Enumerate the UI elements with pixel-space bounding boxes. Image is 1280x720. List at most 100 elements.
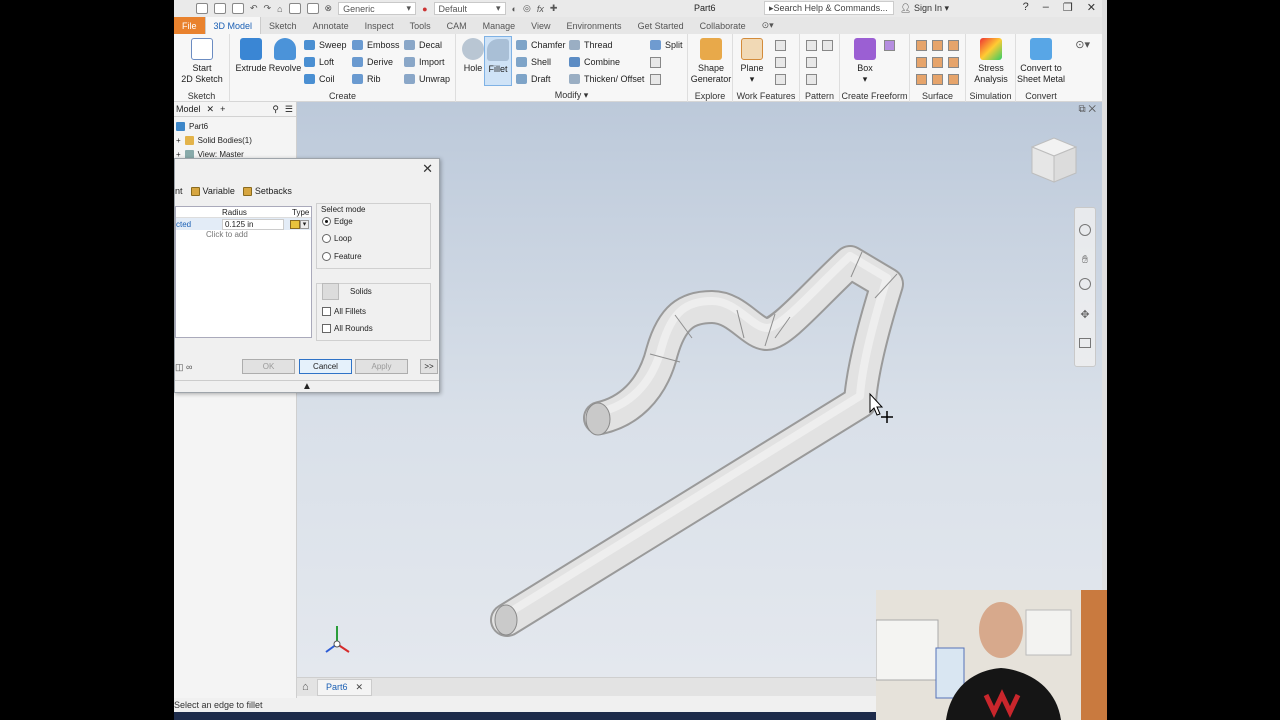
sweep-button[interactable]: Sweep	[304, 40, 347, 50]
loop-radio[interactable]: Loop	[322, 234, 352, 243]
adjust-icon[interactable]: ◐	[512, 4, 517, 14]
modify-group-label[interactable]: Modify ▾	[456, 90, 687, 101]
tab-view[interactable]: View	[523, 17, 558, 34]
emboss-button[interactable]: Emboss	[352, 40, 400, 50]
orbit-icon[interactable]: ✥	[1079, 308, 1091, 321]
feature-radio[interactable]: Feature	[322, 252, 362, 261]
zoom-icon[interactable]	[1079, 278, 1091, 290]
tab-tools[interactable]: Tools	[402, 17, 439, 34]
tab-collaborate[interactable]: Collaborate	[692, 17, 754, 34]
preview-glasses-icon[interactable]: ◫ ∞	[175, 362, 192, 373]
revolve-button[interactable]: Revolve	[268, 38, 302, 74]
thread-button[interactable]: Thread	[569, 40, 613, 50]
tab-constant[interactable]: nt	[175, 186, 183, 196]
edges-cell[interactable]: cted	[176, 220, 222, 229]
tab-cam[interactable]: CAM	[439, 17, 475, 34]
rectangular-pattern-icon[interactable]	[806, 40, 817, 51]
tab-variable[interactable]: Variable	[190, 186, 235, 196]
redo-icon[interactable]: ↷	[264, 3, 272, 14]
appearance-combo[interactable]: Default ▾	[433, 2, 506, 15]
fillet-type-icon[interactable]	[290, 219, 300, 229]
trim-icon[interactable]	[948, 40, 959, 51]
pan-icon[interactable]: ✋︎	[1079, 254, 1091, 266]
home-icon[interactable]: ⌂	[302, 681, 309, 693]
look-at-icon[interactable]	[1079, 338, 1091, 348]
fillet-button[interactable]: Fillet	[484, 36, 512, 86]
fx-icon[interactable]: fx	[537, 4, 544, 14]
ucs-icon[interactable]	[775, 74, 786, 85]
tab-3d-model[interactable]: 3D Model	[204, 17, 262, 34]
steering-wheel-icon[interactable]	[1079, 224, 1091, 236]
tab-manage[interactable]: Manage	[475, 17, 524, 34]
edge-radio[interactable]: Edge	[322, 217, 353, 226]
tab-file[interactable]: File	[174, 17, 205, 34]
add-panel-icon[interactable]: +	[220, 104, 225, 114]
click-to-add-row[interactable]: Click to add	[176, 230, 311, 239]
ok-button[interactable]: OK	[242, 359, 295, 374]
close-icon[interactable]: ✕	[207, 104, 215, 115]
material-combo[interactable]: Generic ▾	[338, 2, 417, 15]
extend-icon[interactable]	[932, 57, 943, 68]
menu-icon[interactable]: ☰	[285, 104, 293, 115]
stitch-icon[interactable]	[916, 40, 927, 51]
shell-button[interactable]: Shell	[516, 57, 551, 67]
mirror-icon[interactable]	[822, 40, 833, 51]
new-icon[interactable]	[196, 3, 208, 14]
ribbon-options-icon[interactable]: ⊙▾	[1075, 38, 1090, 51]
extrude-button[interactable]: Extrude	[234, 38, 268, 74]
all-fillets-checkbox[interactable]: All Fillets	[322, 307, 366, 316]
clear-icon[interactable]: ◎	[523, 3, 531, 14]
viewport-maximize-icon[interactable]: ⧉ ✕	[1078, 104, 1096, 115]
close-icon[interactable]: ✕	[356, 682, 364, 693]
start-2d-sketch-button[interactable]: Start 2D Sketch	[180, 38, 224, 85]
replace-face-icon[interactable]	[948, 57, 959, 68]
repair-bodies-icon[interactable]	[932, 74, 943, 85]
home-icon[interactable]: ⌂	[277, 4, 282, 14]
save-icon[interactable]	[232, 3, 244, 14]
point-icon[interactable]	[775, 57, 786, 68]
circular-pattern-icon[interactable]	[806, 57, 817, 68]
split-button[interactable]: Split	[650, 40, 683, 50]
convert-sheet-metal-button[interactable]: Convert to Sheet Metal	[1016, 38, 1066, 85]
plus-icon[interactable]: ✚	[550, 3, 558, 14]
sketch-pattern-icon[interactable]	[806, 74, 817, 85]
fit-mesh-face-icon[interactable]	[948, 74, 959, 85]
solids-select-icon[interactable]	[322, 283, 339, 300]
box-button[interactable]: Box ▾	[850, 38, 880, 85]
tab-environments[interactable]: Environments	[559, 17, 630, 34]
expand-icon[interactable]: +	[176, 136, 181, 145]
import-button[interactable]: Import	[404, 57, 445, 67]
collapse-arrow-icon[interactable]: ▲	[175, 380, 439, 392]
plane-button[interactable]: Plane ▾	[735, 38, 769, 85]
close-icon[interactable]: ✕	[1087, 1, 1096, 14]
loft-button[interactable]: Loft	[304, 57, 334, 67]
tab-get-started[interactable]: Get Started	[630, 17, 692, 34]
thicken-offset-button[interactable]: Thicken/ Offset	[569, 74, 644, 84]
shape-generator-button[interactable]: Shape Generator	[691, 38, 731, 85]
tab-options-icon[interactable]: ⊙▾	[754, 17, 782, 34]
undo-icon[interactable]: ↶	[250, 3, 258, 14]
search-input[interactable]: ▸ Search Help & Commands...	[764, 1, 894, 15]
sign-in-button[interactable]: 👤︎ Sign In ▾	[900, 3, 949, 14]
help-icon[interactable]: ?	[1023, 1, 1029, 14]
axis-icon[interactable]	[775, 40, 786, 51]
patch-icon[interactable]	[916, 57, 927, 68]
combine-button[interactable]: Combine	[569, 57, 620, 67]
radius-input[interactable]: 0.125 in	[222, 218, 284, 230]
unwrap-button[interactable]: Unwrap	[404, 74, 450, 84]
update-icon[interactable]	[288, 3, 301, 14]
rib-button[interactable]: Rib	[352, 74, 381, 84]
draft-button[interactable]: Draft	[516, 74, 551, 84]
tab-annotate[interactable]: Annotate	[305, 17, 357, 34]
tree-item-part[interactable]: Part6	[176, 122, 208, 131]
freeform-face-icon[interactable]	[884, 40, 895, 51]
chamfer-button[interactable]: Chamfer	[516, 40, 566, 50]
tab-setbacks[interactable]: Setbacks	[242, 186, 292, 196]
more-options-button[interactable]: >>	[420, 359, 438, 374]
stress-analysis-button[interactable]: Stress Analysis	[970, 38, 1012, 85]
tree-item-solid-bodies[interactable]: + Solid Bodies(1)	[176, 136, 252, 145]
coil-button[interactable]: Coil	[304, 74, 335, 84]
select-icon[interactable]	[306, 3, 319, 14]
restore-icon[interactable]: ❐	[1063, 1, 1073, 14]
chevron-down-icon[interactable]: ▾	[300, 219, 309, 229]
